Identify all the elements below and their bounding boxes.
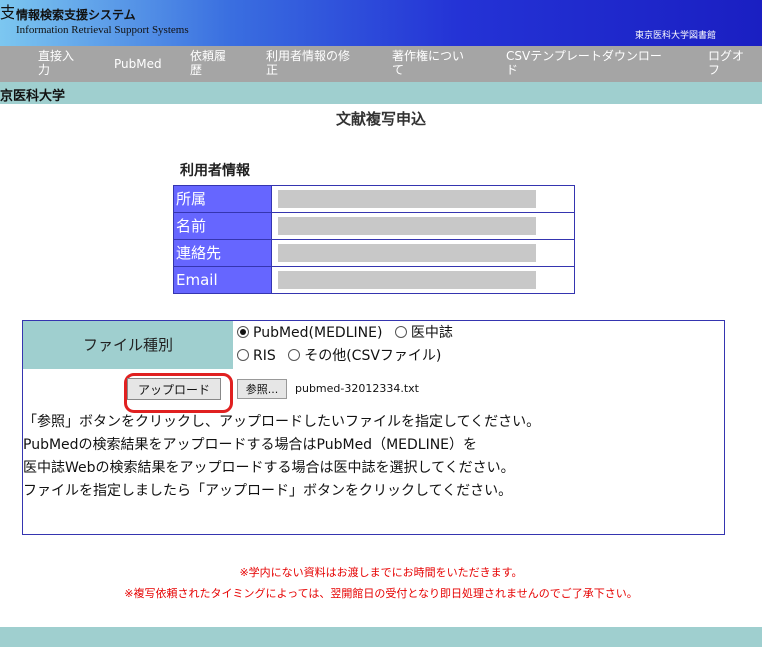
instruction-line: PubMedの検索結果をアップロードする場合はPubMed（MEDLINE）を bbox=[23, 437, 478, 453]
redacted-value bbox=[278, 217, 536, 235]
radio-selected-icon[interactable] bbox=[237, 326, 249, 338]
radio-other-csv[interactable]: その他(CSVファイル) bbox=[288, 348, 441, 364]
page-title: 文献複写申込 bbox=[335, 110, 426, 128]
radio-unselected-icon[interactable] bbox=[394, 326, 407, 338]
nav-bar: 直接入 力 PubMed 依頼履 歴 利用者情報の修 正 著作権につい て CS… bbox=[0, 46, 762, 82]
nav-item-logoff[interactable]: ログオ フ bbox=[708, 49, 744, 77]
file-type-options-row-1: PubMed(MEDLINE) 医中誌 bbox=[237, 323, 461, 343]
university-band: 京医科大学 bbox=[0, 82, 762, 104]
notice-line: ※複写依頼されたタイミングによっては、翌開館日の受付となり即日処理されませんので… bbox=[124, 587, 638, 600]
notice-text: ※学内にない資料はお渡しまでにお時間をいただきます。 ※複写依頼されたタイミング… bbox=[0, 562, 762, 604]
file-type-label: ファイル種別 bbox=[23, 321, 233, 369]
nav-item-request-history[interactable]: 依頼履 歴 bbox=[190, 49, 226, 77]
footer-band bbox=[0, 627, 762, 647]
user-info-table: 所属 名前 連絡先 Email bbox=[173, 185, 575, 294]
user-info-label: 名前 bbox=[174, 213, 272, 239]
browse-button[interactable]: 参照... bbox=[237, 379, 287, 399]
nav-item-edit-user-info[interactable]: 利用者情報の修 正 bbox=[266, 49, 350, 77]
upload-instructions: 「参照」ボタンをクリックし、アップロードしたいファイルを指定してください。 Pu… bbox=[23, 411, 723, 503]
user-info-label: 所属 bbox=[174, 186, 272, 212]
user-info-row-contact: 連絡先 bbox=[174, 240, 574, 267]
instruction-line: ファイルを指定しましたら「アップロード」ボタンをクリックしてください。 bbox=[23, 483, 513, 499]
university-name: 京医科大学 bbox=[0, 89, 66, 104]
user-info-title: 利用者情報 bbox=[180, 163, 250, 179]
instruction-line: 「参照」ボタンをクリックし、アップロードしたいファイルを指定してください。 bbox=[23, 414, 541, 430]
library-name: 東京医科大学図書館 bbox=[634, 31, 716, 41]
radio-unselected-icon[interactable] bbox=[237, 349, 249, 361]
selected-file-name: pubmed-32012334.txt bbox=[295, 382, 419, 395]
upload-button[interactable]: アップロード bbox=[127, 378, 221, 400]
user-info-label: 連絡先 bbox=[174, 240, 272, 266]
user-info-label: Email bbox=[174, 267, 272, 293]
instruction-line: 医中誌Webの検索結果をアップロードする場合は医中誌を選択してください。 bbox=[23, 460, 515, 476]
upload-panel: ファイル種別 PubMed(MEDLINE) 医中誌 RIS その他(CSVファ… bbox=[22, 320, 725, 535]
redacted-value bbox=[278, 244, 536, 262]
user-info-row-email: Email bbox=[174, 267, 574, 293]
notice-line: ※学内にない資料はお渡しまでにお時間をいただきます。 bbox=[239, 566, 523, 579]
radio-ris[interactable]: RIS bbox=[237, 348, 276, 364]
nav-item-pubmed[interactable]: PubMed bbox=[114, 57, 162, 71]
user-info-row-affiliation: 所属 bbox=[174, 186, 574, 213]
logo-icon: 支 bbox=[0, 4, 14, 22]
app-header: 支 情報検索支援システム Information Retrieval Suppo… bbox=[0, 0, 762, 46]
file-type-options-row-2: RIS その他(CSVファイル) bbox=[237, 346, 449, 366]
system-name-jp: 情報検索支援システム bbox=[16, 8, 136, 22]
user-info-row-name: 名前 bbox=[174, 213, 574, 240]
radio-unselected-icon[interactable] bbox=[288, 349, 301, 361]
nav-item-direct-input[interactable]: 直接入 力 bbox=[38, 49, 74, 77]
redacted-value bbox=[278, 190, 536, 208]
radio-ichushi[interactable]: 医中誌 bbox=[394, 325, 453, 341]
radio-pubmed[interactable]: PubMed(MEDLINE) bbox=[237, 325, 382, 341]
system-name-en: Information Retrieval Support Systems bbox=[16, 24, 189, 36]
nav-item-copyright[interactable]: 著作権につい て bbox=[392, 49, 464, 77]
nav-item-csv-template[interactable]: CSVテンプレートダウンロー ド bbox=[506, 49, 662, 77]
redacted-value bbox=[278, 271, 536, 289]
